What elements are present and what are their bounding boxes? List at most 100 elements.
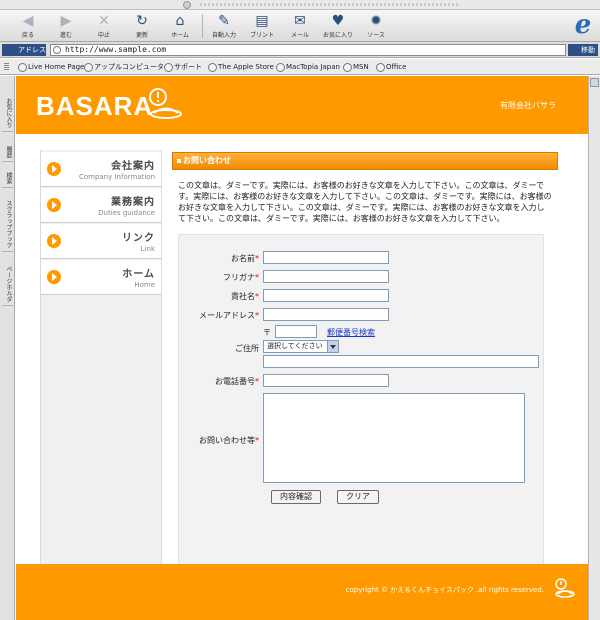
nav-item-sublabel: Duties guidance: [98, 209, 155, 217]
phone-input[interactable]: [263, 374, 389, 387]
forward-label: 進む: [59, 32, 72, 39]
inquiry-label: お問い合わせ等*: [199, 436, 259, 445]
url-input[interactable]: http://www.sample.com: [50, 44, 566, 56]
side-tab-page-holder[interactable]: ページホルダ: [2, 266, 13, 306]
scroll-up-button[interactable]: [590, 78, 599, 87]
source-label: ソース: [367, 32, 385, 39]
arrow-right-icon: [47, 162, 61, 176]
print-icon: ▤: [255, 13, 269, 29]
window-titlebar: [0, 0, 600, 10]
source-button[interactable]: ✹ ソース: [358, 13, 394, 41]
side-tab-favorites[interactable]: お気に入り: [2, 98, 13, 132]
mail-label: メール: [290, 32, 309, 39]
nav-item-sublabel: Home: [134, 281, 155, 289]
go-button[interactable]: 移動: [568, 44, 598, 56]
mail-icon: ✉: [294, 13, 306, 29]
favorite-link[interactable]: サポート: [164, 62, 202, 73]
side-navigation: 会社案内 Company Information 業務案内 Duties gui…: [40, 150, 162, 606]
company-input[interactable]: [263, 289, 389, 302]
favorite-link[interactable]: MacTopia Japan: [276, 62, 340, 73]
back-label: 戻る: [21, 32, 34, 39]
copyright-text: copyright © かえるくんチョイスパック .all rights res…: [345, 586, 544, 594]
clear-button[interactable]: クリア: [337, 490, 379, 504]
stop-button[interactable]: ✕ 中止: [86, 13, 122, 41]
email-input[interactable]: [263, 308, 389, 321]
nav-item-label: 業務案内: [111, 197, 155, 208]
name-input[interactable]: [263, 251, 389, 264]
favorites-bar: Live Home Page アップルコンピュータ サポート The Apple…: [0, 59, 600, 75]
chevron-down-icon: [327, 341, 338, 352]
nav-item-label: リンク: [122, 233, 155, 244]
address-input[interactable]: [263, 355, 539, 368]
toolbar-separator: [202, 14, 203, 38]
contact-form: お名前* フリガナ* 貴社名* メールアドレス* 〒 郵便番号検索 ご住所 選択…: [178, 234, 544, 588]
favorite-link[interactable]: Office: [376, 62, 406, 73]
furigana-input[interactable]: [263, 270, 389, 283]
favorite-link[interactable]: Live Home Page: [18, 62, 84, 73]
favorite-link[interactable]: MSN: [343, 62, 369, 73]
company-name: 有限会社バサラ: [500, 101, 556, 110]
arrow-right-icon: [47, 198, 61, 212]
nav-item-home[interactable]: ホーム Home: [41, 260, 161, 295]
prefecture-select[interactable]: 選択してください: [263, 340, 339, 353]
window-knob[interactable]: [183, 1, 191, 9]
section-title: お問い合わせ: [172, 152, 558, 170]
site-footer: copyright © かえるくんチョイスパック .all rights res…: [16, 564, 588, 620]
site-logo[interactable]: BASARA: [36, 91, 153, 122]
email-label: メールアドレス*: [199, 311, 259, 320]
required-mark: *: [255, 311, 259, 320]
home-label: ホーム: [171, 32, 189, 39]
zip-search-link[interactable]: 郵便番号検索: [327, 327, 375, 338]
confirm-button[interactable]: 内容確認: [271, 490, 321, 504]
nav-item-sublabel: Link: [140, 245, 155, 253]
required-mark: *: [255, 292, 259, 301]
nav-item-duties[interactable]: 業務案内 Duties guidance: [41, 188, 161, 223]
forward-button[interactable]: ▶ 進む: [48, 13, 84, 41]
required-mark: *: [255, 436, 259, 445]
print-button[interactable]: ▤ プリント: [244, 13, 280, 41]
nav-item-sublabel: Company Information: [78, 173, 155, 181]
refresh-icon: ↻: [136, 13, 148, 29]
favorite-link[interactable]: アップルコンピュータ: [84, 62, 164, 73]
side-tab-history[interactable]: 履歴: [2, 146, 13, 162]
address-bar: アドレス http://www.sample.com 移動: [0, 42, 600, 58]
stop-icon: ✕: [98, 13, 110, 29]
favorites-button[interactable]: ♥ お気に入り: [320, 13, 356, 41]
favorite-link[interactable]: The Apple Store: [208, 62, 274, 73]
autofill-icon: ✎: [218, 13, 230, 29]
postal-mark: 〒: [263, 328, 271, 337]
site-header: BASARA 有限会社バサラ: [16, 76, 588, 134]
nav-item-link[interactable]: リンク Link: [41, 224, 161, 259]
forward-icon: ▶: [60, 13, 72, 29]
mail-button[interactable]: ✉ メール: [282, 13, 318, 41]
globe-icon: [53, 46, 61, 54]
nav-item-company[interactable]: 会社案内 Company Information: [41, 152, 161, 187]
vertical-scrollbar[interactable]: [588, 76, 600, 620]
refresh-label: 更新: [135, 32, 148, 39]
url-text: http://www.sample.com: [65, 45, 167, 54]
favorites-bar-handle[interactable]: [4, 63, 9, 71]
frog-footer-icon: [555, 578, 575, 598]
phone-label: お電話番号*: [215, 377, 259, 386]
titlebar-grip: [200, 3, 460, 6]
prefecture-selected: 選択してください: [267, 342, 323, 350]
zip-input[interactable]: [275, 325, 317, 338]
web-page: BASARA 有限会社バサラ 会社案内 Company Information …: [16, 76, 588, 620]
heart-icon: ♥: [331, 13, 345, 29]
furigana-label: フリガナ*: [223, 273, 259, 282]
address-label: ご住所: [235, 344, 259, 353]
inquiry-textarea[interactable]: [263, 393, 525, 483]
side-tab-scrapbook[interactable]: スクラップブック: [2, 200, 13, 252]
required-mark: *: [255, 254, 259, 263]
side-tab-search[interactable]: 検索: [2, 172, 13, 188]
back-button[interactable]: ◀ 戻る: [10, 13, 46, 41]
arrow-right-icon: [47, 234, 61, 248]
home-button[interactable]: ⌂ ホーム: [162, 13, 198, 41]
back-icon: ◀: [22, 13, 34, 29]
nav-item-label: 会社案内: [111, 161, 155, 172]
refresh-button[interactable]: ↻ 更新: [124, 13, 160, 41]
nav-item-label: ホーム: [122, 269, 155, 280]
intro-text: この文章は、ダミーです。実際には、お客様のお好きな文章を入力して下さい。この文章…: [178, 181, 552, 223]
autofill-button[interactable]: ✎ 自動入力: [206, 13, 242, 41]
address-label: アドレス: [2, 44, 46, 56]
